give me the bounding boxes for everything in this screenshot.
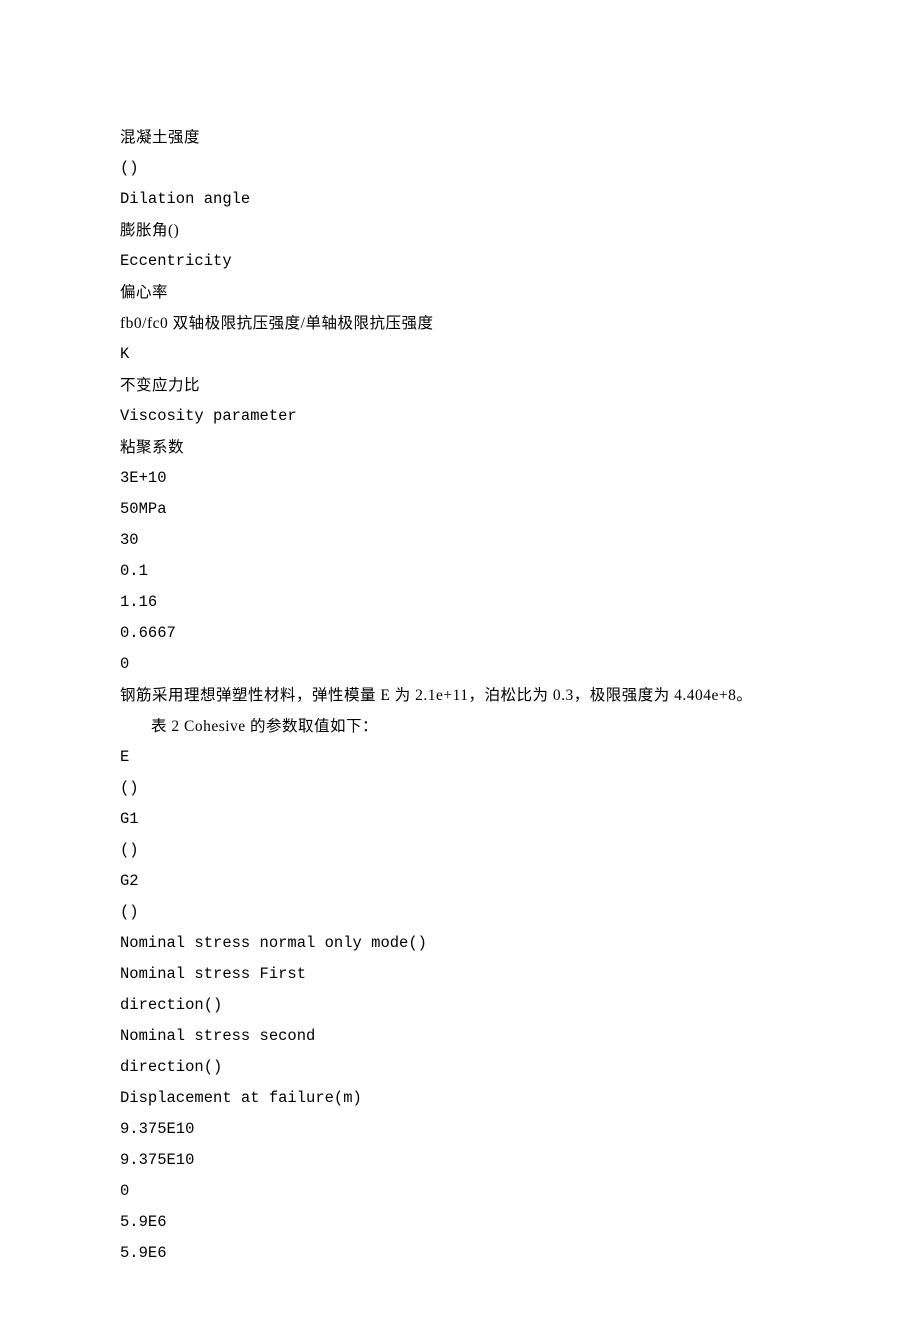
text-line: () — [120, 835, 800, 866]
document-page: 混凝土强度 () Dilation angle 膨胀角() Eccentrici… — [0, 0, 920, 1329]
text-line: E — [120, 742, 800, 773]
text-line: K — [120, 339, 800, 370]
text-line: direction() — [120, 990, 800, 1021]
text-line: 0.6667 — [120, 618, 800, 649]
text-line: 0.1 — [120, 556, 800, 587]
text-line: 3E+10 — [120, 463, 800, 494]
text-line: 9.375E10 — [120, 1145, 800, 1176]
steel-paragraph: 钢筋采用理想弹塑性材料，弹性模量 E 为 2.1e+11，泊松比为 0.3，极限… — [120, 680, 800, 711]
text-line: 粘聚系数 — [120, 432, 800, 463]
text-line: Eccentricity — [120, 246, 800, 277]
table2-caption: 表 2 Cohesive 的参数取值如下： — [120, 711, 800, 742]
text-line: G2 — [120, 866, 800, 897]
text-line: Viscosity parameter — [120, 401, 800, 432]
text-line: () — [120, 773, 800, 804]
text-line: G1 — [120, 804, 800, 835]
text-line: fb0/fc0 双轴极限抗压强度/单轴极限抗压强度 — [120, 308, 800, 339]
text-line: 1.16 — [120, 587, 800, 618]
text-line: Displacement at failure(m) — [120, 1083, 800, 1114]
text-line: 混凝土强度 — [120, 122, 800, 153]
text-line: Nominal stress second — [120, 1021, 800, 1052]
text-line: Nominal stress First — [120, 959, 800, 990]
text-line: direction() — [120, 1052, 800, 1083]
text-line: 30 — [120, 525, 800, 556]
text-line: 5.9E6 — [120, 1238, 800, 1269]
text-line: Nominal stress normal only mode() — [120, 928, 800, 959]
text-line: () — [120, 153, 800, 184]
text-line: 偏心率 — [120, 277, 800, 308]
text-line: 9.375E10 — [120, 1114, 800, 1145]
text-line: () — [120, 897, 800, 928]
text-line: 0 — [120, 1176, 800, 1207]
text-line: 膨胀角() — [120, 215, 800, 246]
text-line: 50MPa — [120, 494, 800, 525]
text-line: Dilation angle — [120, 184, 800, 215]
text-line: 5.9E6 — [120, 1207, 800, 1238]
text-line: 0 — [120, 649, 800, 680]
text-line: 不变应力比 — [120, 370, 800, 401]
